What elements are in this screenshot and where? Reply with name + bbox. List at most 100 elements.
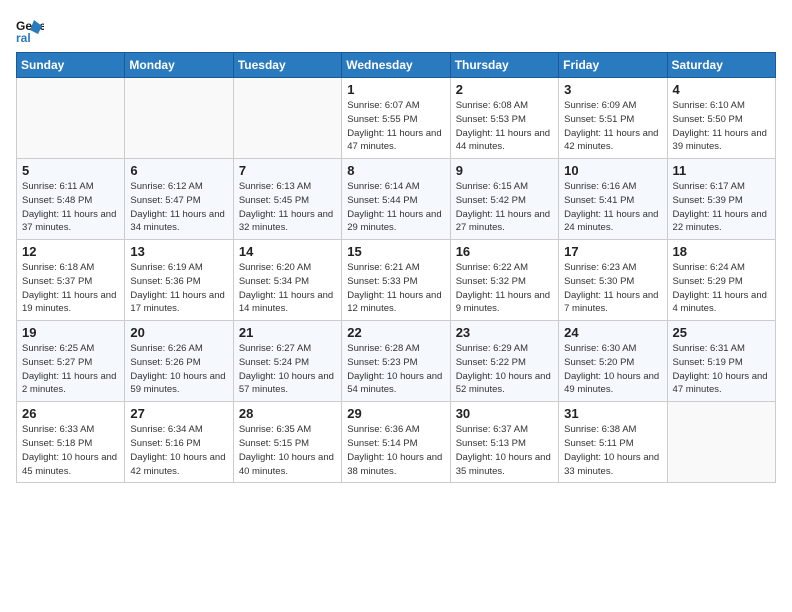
day-info: Sunrise: 6:28 AM Sunset: 5:23 PM Dayligh… [347, 342, 444, 397]
weekday-header-monday: Monday [125, 53, 233, 78]
weekday-header-wednesday: Wednesday [342, 53, 450, 78]
calendar-cell: 30 Sunrise: 6:37 AM Sunset: 5:13 PM Dayli… [450, 402, 558, 483]
day-number: 5 [22, 163, 119, 178]
day-number: 23 [456, 325, 553, 340]
day-number: 24 [564, 325, 661, 340]
calendar-cell: 8 Sunrise: 6:14 AM Sunset: 5:44 PM Daylig… [342, 159, 450, 240]
day-number: 15 [347, 244, 444, 259]
day-number: 1 [347, 82, 444, 97]
day-info: Sunrise: 6:35 AM Sunset: 5:15 PM Dayligh… [239, 423, 336, 478]
calendar-cell: 1 Sunrise: 6:07 AM Sunset: 5:55 PM Daylig… [342, 78, 450, 159]
logo-icon: Gene ral [16, 16, 44, 44]
calendar-cell: 17 Sunrise: 6:23 AM Sunset: 5:30 PM Dayli… [559, 240, 667, 321]
day-number: 31 [564, 406, 661, 421]
calendar-cell: 3 Sunrise: 6:09 AM Sunset: 5:51 PM Daylig… [559, 78, 667, 159]
calendar-cell: 4 Sunrise: 6:10 AM Sunset: 5:50 PM Daylig… [667, 78, 775, 159]
calendar-cell: 14 Sunrise: 6:20 AM Sunset: 5:34 PM Dayli… [233, 240, 341, 321]
calendar-table: SundayMondayTuesdayWednesdayThursdayFrid… [16, 52, 776, 483]
day-info: Sunrise: 6:37 AM Sunset: 5:13 PM Dayligh… [456, 423, 553, 478]
weekday-header-row: SundayMondayTuesdayWednesdayThursdayFrid… [17, 53, 776, 78]
calendar-cell [17, 78, 125, 159]
day-number: 29 [347, 406, 444, 421]
day-number: 6 [130, 163, 227, 178]
calendar-cell: 31 Sunrise: 6:38 AM Sunset: 5:11 PM Dayli… [559, 402, 667, 483]
day-info: Sunrise: 6:17 AM Sunset: 5:39 PM Dayligh… [673, 180, 770, 235]
day-number: 10 [564, 163, 661, 178]
calendar-cell: 22Sunrise: 6:28 AM Sunset: 5:23 PM Dayli… [342, 321, 450, 402]
weekday-header-thursday: Thursday [450, 53, 558, 78]
day-info: Sunrise: 6:19 AM Sunset: 5:36 PM Dayligh… [130, 261, 227, 316]
day-info: Sunrise: 6:24 AM Sunset: 5:29 PM Dayligh… [673, 261, 770, 316]
day-info: Sunrise: 6:33 AM Sunset: 5:18 PM Dayligh… [22, 423, 119, 478]
day-info: Sunrise: 6:09 AM Sunset: 5:51 PM Dayligh… [564, 99, 661, 154]
calendar-cell: 21 Sunrise: 6:27 AM Sunset: 5:24 PM Dayli… [233, 321, 341, 402]
day-info: Sunrise: 6:23 AM Sunset: 5:30 PM Dayligh… [564, 261, 661, 316]
page-header: Gene ral [16, 16, 776, 44]
day-number: 30 [456, 406, 553, 421]
day-number: 26 [22, 406, 119, 421]
calendar-cell: 13 Sunrise: 6:19 AM Sunset: 5:36 PM Dayli… [125, 240, 233, 321]
day-number: 20 [130, 325, 227, 340]
calendar-cell: 16Sunrise: 6:22 AM Sunset: 5:32 PM Dayli… [450, 240, 558, 321]
calendar-cell: 2Sunrise: 6:08 AM Sunset: 5:53 PM Daylig… [450, 78, 558, 159]
weekday-header-friday: Friday [559, 53, 667, 78]
calendar-cell: 19 Sunrise: 6:25 AM Sunset: 5:27 PM Dayli… [17, 321, 125, 402]
day-number: 21 [239, 325, 336, 340]
day-info: Sunrise: 6:07 AM Sunset: 5:55 PM Dayligh… [347, 99, 444, 154]
calendar-cell: 10 Sunrise: 6:16 AM Sunset: 5:41 PM Dayli… [559, 159, 667, 240]
day-number: 11 [673, 163, 770, 178]
day-number: 4 [673, 82, 770, 97]
day-info: Sunrise: 6:27 AM Sunset: 5:24 PM Dayligh… [239, 342, 336, 397]
calendar-cell: 7 Sunrise: 6:13 AM Sunset: 5:45 PM Daylig… [233, 159, 341, 240]
day-number: 13 [130, 244, 227, 259]
calendar-cell: 23 Sunrise: 6:29 AM Sunset: 5:22 PM Dayli… [450, 321, 558, 402]
day-number: 12 [22, 244, 119, 259]
day-info: Sunrise: 6:25 AM Sunset: 5:27 PM Dayligh… [22, 342, 119, 397]
calendar-cell: 24 Sunrise: 6:30 AM Sunset: 5:20 PM Dayli… [559, 321, 667, 402]
week-row-2: 5 Sunrise: 6:11 AM Sunset: 5:48 PM Daylig… [17, 159, 776, 240]
day-info: Sunrise: 6:16 AM Sunset: 5:41 PM Dayligh… [564, 180, 661, 235]
day-info: Sunrise: 6:38 AM Sunset: 5:11 PM Dayligh… [564, 423, 661, 478]
day-info: Sunrise: 6:26 AM Sunset: 5:26 PM Dayligh… [130, 342, 227, 397]
day-info: Sunrise: 6:30 AM Sunset: 5:20 PM Dayligh… [564, 342, 661, 397]
day-number: 25 [673, 325, 770, 340]
weekday-header-sunday: Sunday [17, 53, 125, 78]
day-info: Sunrise: 6:12 AM Sunset: 5:47 PM Dayligh… [130, 180, 227, 235]
day-info: Sunrise: 6:08 AM Sunset: 5:53 PM Dayligh… [456, 99, 553, 154]
day-number: 19 [22, 325, 119, 340]
calendar-cell: 29 Sunrise: 6:36 AM Sunset: 5:14 PM Dayli… [342, 402, 450, 483]
logo: Gene ral [16, 16, 48, 44]
day-number: 8 [347, 163, 444, 178]
day-number: 28 [239, 406, 336, 421]
day-info: Sunrise: 6:10 AM Sunset: 5:50 PM Dayligh… [673, 99, 770, 154]
week-row-1: 1 Sunrise: 6:07 AM Sunset: 5:55 PM Daylig… [17, 78, 776, 159]
day-info: Sunrise: 6:22 AM Sunset: 5:32 PM Dayligh… [456, 261, 553, 316]
day-number: 17 [564, 244, 661, 259]
calendar-cell: 5 Sunrise: 6:11 AM Sunset: 5:48 PM Daylig… [17, 159, 125, 240]
calendar-cell: 27 Sunrise: 6:34 AM Sunset: 5:16 PM Dayli… [125, 402, 233, 483]
day-info: Sunrise: 6:20 AM Sunset: 5:34 PM Dayligh… [239, 261, 336, 316]
day-info: Sunrise: 6:29 AM Sunset: 5:22 PM Dayligh… [456, 342, 553, 397]
day-number: 27 [130, 406, 227, 421]
weekday-header-saturday: Saturday [667, 53, 775, 78]
day-number: 7 [239, 163, 336, 178]
week-row-3: 12 Sunrise: 6:18 AM Sunset: 5:37 PM Dayli… [17, 240, 776, 321]
calendar-cell: 15Sunrise: 6:21 AM Sunset: 5:33 PM Dayli… [342, 240, 450, 321]
day-info: Sunrise: 6:18 AM Sunset: 5:37 PM Dayligh… [22, 261, 119, 316]
calendar-cell: 25 Sunrise: 6:31 AM Sunset: 5:19 PM Dayli… [667, 321, 775, 402]
day-info: Sunrise: 6:31 AM Sunset: 5:19 PM Dayligh… [673, 342, 770, 397]
calendar-cell [125, 78, 233, 159]
weekday-header-tuesday: Tuesday [233, 53, 341, 78]
day-number: 18 [673, 244, 770, 259]
day-number: 14 [239, 244, 336, 259]
day-info: Sunrise: 6:11 AM Sunset: 5:48 PM Dayligh… [22, 180, 119, 235]
day-info: Sunrise: 6:34 AM Sunset: 5:16 PM Dayligh… [130, 423, 227, 478]
day-info: Sunrise: 6:36 AM Sunset: 5:14 PM Dayligh… [347, 423, 444, 478]
day-info: Sunrise: 6:14 AM Sunset: 5:44 PM Dayligh… [347, 180, 444, 235]
day-number: 3 [564, 82, 661, 97]
svg-text:ral: ral [16, 31, 31, 44]
calendar-cell [233, 78, 341, 159]
day-number: 9 [456, 163, 553, 178]
week-row-5: 26 Sunrise: 6:33 AM Sunset: 5:18 PM Dayli… [17, 402, 776, 483]
day-info: Sunrise: 6:13 AM Sunset: 5:45 PM Dayligh… [239, 180, 336, 235]
